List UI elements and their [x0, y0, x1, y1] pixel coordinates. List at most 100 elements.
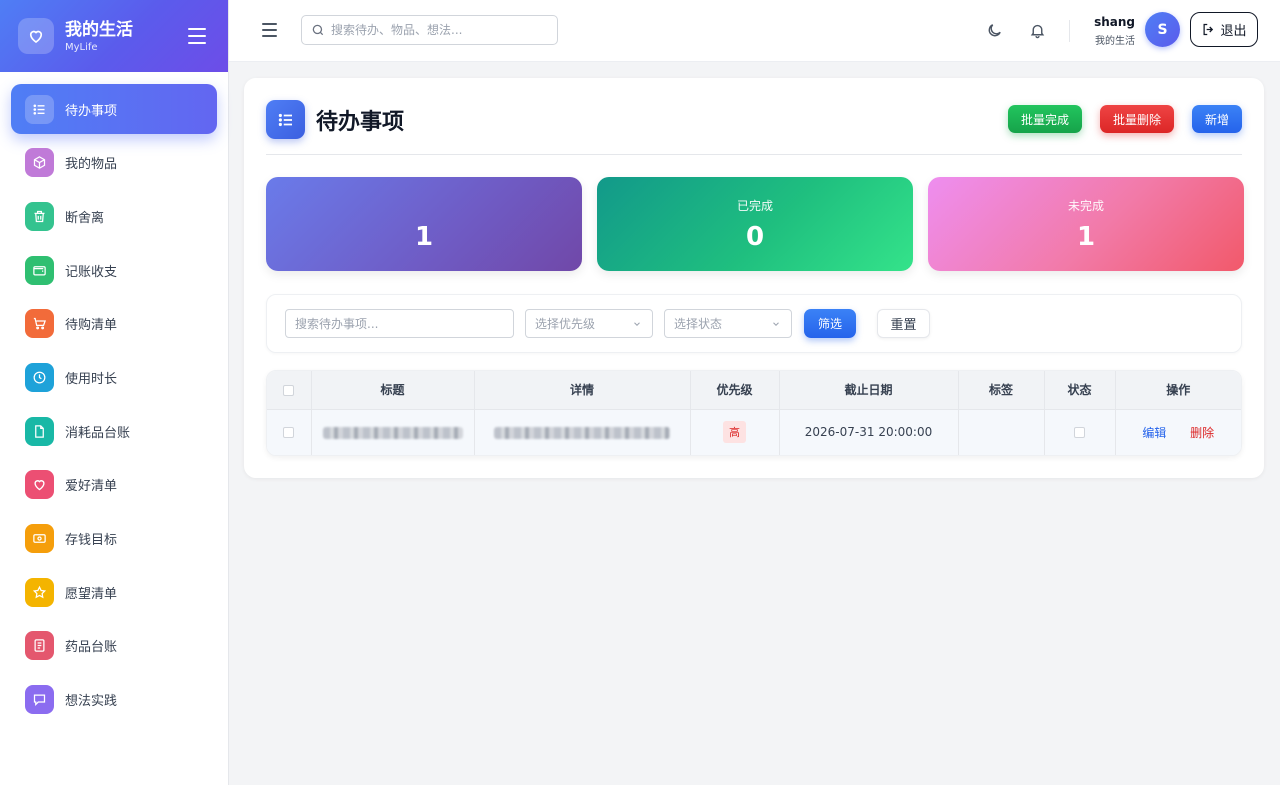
stat-value: 1 — [1076, 222, 1096, 252]
logout-button[interactable]: 退出 — [1190, 12, 1258, 47]
sidebar-item-label: 想法实践 — [65, 694, 118, 710]
blurred-title — [322, 426, 463, 439]
page-title: 待办事项 — [316, 109, 405, 135]
sidebar-item-label: 记账收支 — [65, 264, 118, 280]
stats-row: 1 已完成 0 未完成 1 — [266, 177, 1244, 271]
topbar-divider — [1069, 20, 1070, 42]
header-actions: 批量完成 批量删除 新增 — [1007, 105, 1242, 133]
batch-complete-button[interactable]: 批量完成 — [1007, 105, 1082, 133]
stat-label: 未完成 — [1067, 199, 1104, 213]
edit-link[interactable]: 编辑 — [1142, 426, 1166, 440]
sidebar-item-label: 待办事项 — [65, 103, 118, 119]
document-icon — [25, 416, 54, 446]
sidebar-item-accounting[interactable]: 记账收支 — [11, 245, 217, 295]
hamburger-menu-icon[interactable] — [262, 23, 277, 37]
heart-logo-icon — [18, 18, 54, 54]
deadline-cell: 2026-07-31 20:00:00 — [779, 408, 959, 455]
sidebar-item-ideas[interactable]: 想法实践 — [11, 675, 217, 725]
avatar[interactable]: S — [1145, 12, 1180, 47]
bell-icon[interactable] — [1027, 20, 1047, 40]
page-header: 待办事项 — [266, 100, 404, 139]
sidebar-item-label: 药品台账 — [65, 640, 118, 656]
global-search — [301, 15, 558, 45]
actions-cell: 编辑 删除 — [1115, 408, 1241, 455]
reset-button[interactable]: 重置 — [877, 309, 930, 338]
sidebar-item-label: 存钱目标 — [65, 533, 118, 548]
blurred-detail — [494, 426, 670, 439]
cart-icon — [25, 309, 54, 339]
sidebar-item-label: 使用时长 — [65, 371, 118, 387]
chevron-down-icon — [634, 322, 640, 326]
sidebar-item-items[interactable]: 我的物品 — [11, 138, 217, 188]
column-header: 详情 — [474, 371, 691, 409]
add-button[interactable]: 新增 — [1191, 105, 1242, 133]
sidebar-menu-icon[interactable] — [188, 26, 206, 46]
sidebar-item-label: 我的物品 — [65, 157, 118, 173]
sidebar: 我的生活 MyLife 待办事项 我的物品 断舍离 记账收支 待购清单 使用时长… — [0, 0, 229, 785]
clock-icon — [25, 362, 54, 392]
sidebar-nav: 待办事项 我的物品 断舍离 记账收支 待购清单 使用时长 消耗品台账 爱好清单 … — [0, 72, 228, 725]
status-select-placeholder: 选择状态 — [674, 317, 723, 331]
list-icon — [25, 94, 54, 124]
stat-value: 1 — [414, 222, 434, 252]
sidebar-item-wishlist[interactable]: 愿望清单 — [11, 567, 217, 617]
status-checkbox[interactable] — [1074, 427, 1085, 439]
topbar: shang 我的生活 S 退出 — [229, 0, 1280, 62]
stat-card-total: 1 — [266, 177, 582, 271]
user-name: shang — [1094, 15, 1135, 29]
priority-select[interactable]: 选择优先级 — [525, 309, 653, 338]
row-checkbox[interactable] — [283, 427, 295, 439]
money-icon — [25, 524, 54, 553]
user-info: shang 我的生活 — [1079, 15, 1135, 47]
sidebar-item-savings[interactable]: 存钱目标 — [11, 514, 217, 564]
notebook-icon — [25, 631, 54, 661]
column-header: 操作 — [1115, 371, 1241, 409]
chat-icon — [25, 685, 54, 715]
sidebar-item-label: 愿望清单 — [65, 586, 118, 602]
search-icon — [312, 24, 324, 36]
stat-label — [266, 197, 582, 212]
delete-link[interactable]: 删除 — [1190, 426, 1214, 440]
sidebar-item-label: 消耗品台账 — [65, 425, 131, 441]
global-search-input[interactable] — [331, 23, 541, 37]
box-icon — [25, 148, 54, 178]
brand-header: 我的生活 MyLife — [0, 0, 228, 72]
sidebar-item-usage-time[interactable]: 使用时长 — [11, 352, 217, 402]
sidebar-item-todo[interactable]: 待办事项 — [11, 84, 217, 134]
filter-button[interactable]: 筛选 — [804, 309, 856, 338]
table-row: 高 2026-07-31 20:00:00 编辑 删除 — [267, 408, 1241, 455]
trash-icon — [25, 201, 54, 231]
sidebar-item-declutter[interactable]: 断舍离 — [11, 191, 217, 241]
status-select[interactable]: 选择状态 — [664, 309, 792, 338]
brand-subtitle: MyLife — [65, 41, 98, 53]
sidebar-item-shopping[interactable]: 待购清单 — [11, 299, 217, 349]
logout-label: 退出 — [1220, 24, 1247, 39]
tag-cell — [958, 408, 1045, 455]
priority-badge: 高 — [723, 421, 746, 444]
batch-delete-button[interactable]: 批量删除 — [1099, 105, 1174, 133]
sidebar-item-consumables[interactable]: 消耗品台账 — [11, 406, 217, 456]
column-header: 状态 — [1044, 371, 1116, 409]
logout-icon — [1203, 23, 1214, 36]
detail-cell — [474, 408, 691, 455]
sidebar-item-label: 爱好清单 — [65, 479, 118, 495]
filter-bar: 选择优先级 选择状态 筛选 重置 — [266, 294, 1242, 353]
column-header: 截止日期 — [779, 371, 959, 409]
main-card: 待办事项 批量完成 批量删除 新增 1 已完成 0 未完成 1 选择优先级 选择… — [244, 78, 1264, 478]
row-select-cell — [267, 408, 312, 455]
list-icon — [266, 100, 305, 139]
wallet-icon — [25, 255, 54, 285]
priority-cell: 高 — [690, 408, 780, 455]
brand-title: 我的生活 — [65, 19, 133, 40]
sidebar-item-label: 待购清单 — [65, 318, 118, 334]
status-cell — [1044, 408, 1116, 455]
column-header: 标题 — [311, 371, 475, 409]
todo-table: 标题 详情 优先级 截止日期 标签 状态 操作 高 2026-07-31 20:… — [266, 370, 1242, 456]
header-divider — [266, 154, 1242, 155]
select-all-checkbox[interactable] — [283, 384, 295, 396]
column-header: 优先级 — [690, 371, 780, 409]
sidebar-item-hobbies[interactable]: 爱好清单 — [11, 460, 217, 510]
moon-icon[interactable] — [984, 20, 1004, 40]
todo-search-input[interactable] — [285, 309, 514, 338]
sidebar-item-medicine[interactable]: 药品台账 — [11, 621, 217, 671]
